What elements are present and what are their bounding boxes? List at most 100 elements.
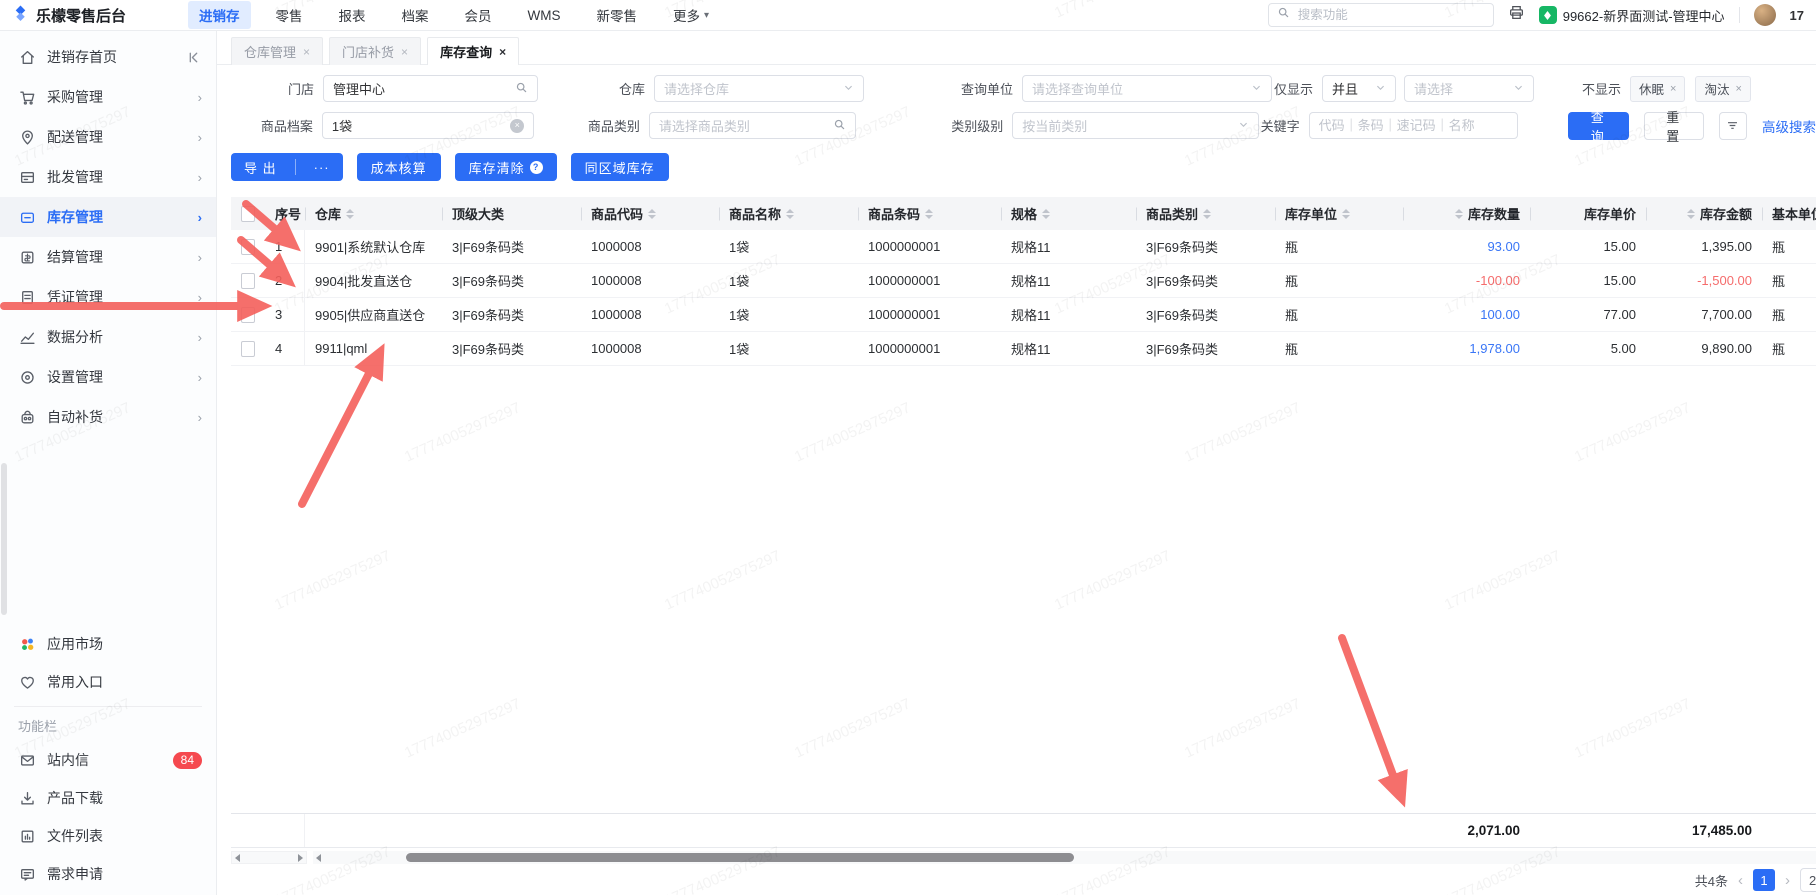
close-icon[interactable]: × bbox=[1670, 83, 1676, 95]
horizontal-scrollbar[interactable] bbox=[313, 851, 1816, 864]
inventory-clear-button[interactable]: 库存清除 ? bbox=[454, 153, 557, 181]
export-more-button[interactable]: ··· bbox=[301, 153, 343, 181]
sidebar-item[interactable]: 常用入口 bbox=[0, 663, 216, 701]
warehouse-select[interactable]: 请选择仓库 bbox=[654, 75, 864, 102]
sidebar-item[interactable]: 需求申请 bbox=[0, 855, 216, 893]
sort-icon[interactable] bbox=[1203, 208, 1212, 219]
tag-dormant[interactable]: 休眠 × bbox=[1630, 75, 1686, 102]
keyword-input[interactable] bbox=[1318, 118, 1509, 133]
page-size-select[interactable]: 2 bbox=[1800, 868, 1816, 892]
export-label[interactable]: 导 出 bbox=[231, 153, 290, 181]
product-category-select[interactable]: 请选择商品类别 bbox=[648, 112, 857, 139]
sidebar-scrollbar[interactable] bbox=[1, 463, 7, 615]
table-cell: 1000008 bbox=[591, 273, 642, 288]
table-cell[interactable]: 93.00 bbox=[1403, 230, 1530, 263]
select-all-checkbox[interactable] bbox=[241, 205, 255, 222]
avatar[interactable] bbox=[1753, 4, 1776, 26]
table-cell[interactable]: -100.00 bbox=[1403, 264, 1530, 297]
sidebar-item[interactable]: 应用市场 bbox=[0, 625, 216, 663]
close-icon[interactable]: × bbox=[499, 45, 506, 59]
advanced-search-link[interactable]: 高级搜索 bbox=[1762, 116, 1816, 136]
hide-tags: 休眠 × 淘汰 × bbox=[1630, 75, 1751, 102]
row-checkbox[interactable] bbox=[241, 306, 255, 323]
tag-obsolete[interactable]: 淘汰 × bbox=[1695, 75, 1751, 102]
sidebar-item[interactable]: 进销存首页 bbox=[0, 37, 216, 77]
nav-menu-item[interactable]: 会员 bbox=[454, 1, 503, 29]
chevron-down-icon bbox=[1375, 81, 1386, 96]
row-checkbox[interactable] bbox=[241, 340, 255, 357]
sort-icon[interactable] bbox=[1042, 208, 1051, 219]
fixed-column-scrollbar[interactable] bbox=[231, 851, 307, 864]
sort-icon[interactable] bbox=[1686, 208, 1695, 219]
sort-icon[interactable] bbox=[925, 208, 934, 219]
tab[interactable]: 库存查询 × bbox=[427, 37, 520, 66]
sort-icon[interactable] bbox=[1454, 208, 1463, 219]
category-level-select[interactable]: 按当前类别 bbox=[1012, 112, 1260, 139]
tab[interactable]: 仓库管理 × bbox=[231, 37, 324, 65]
workspace-selector[interactable]: 99662-新界面测试-管理中心 bbox=[1538, 6, 1725, 25]
cost-accounting-button[interactable]: 成本核算 bbox=[356, 153, 441, 181]
row-checkbox[interactable] bbox=[241, 272, 255, 289]
sidebar-item[interactable]: 文件列表 bbox=[0, 817, 216, 855]
nav-menu-item[interactable]: WMS bbox=[517, 4, 572, 27]
sidebar-item[interactable]: 设置管理 › bbox=[0, 357, 216, 397]
query-button[interactable]: 查 询 bbox=[1568, 110, 1629, 144]
tab[interactable]: 门店补货 × bbox=[329, 37, 422, 65]
close-icon[interactable]: × bbox=[1735, 83, 1741, 95]
table-cell[interactable]: -1,500.00 bbox=[1646, 264, 1762, 297]
clear-icon[interactable]: × bbox=[510, 118, 525, 133]
sidebar-item[interactable]: 批发管理 › bbox=[0, 157, 216, 197]
table-cell: 1000008 bbox=[591, 307, 642, 322]
sidebar-item[interactable]: 数据分析 › bbox=[0, 317, 216, 357]
store-input[interactable]: 管理中心 bbox=[323, 75, 538, 102]
nav-menu-item[interactable]: 更多 ▾ bbox=[662, 1, 720, 29]
sidebar-item[interactable]: 凭证管理 › bbox=[0, 277, 216, 317]
prev-page-button[interactable]: ‹ bbox=[1738, 872, 1743, 889]
close-icon[interactable]: × bbox=[303, 45, 310, 59]
sort-icon[interactable] bbox=[1342, 208, 1351, 219]
nav-menu-item[interactable]: 零售 bbox=[265, 1, 314, 29]
query-unit-select[interactable]: 请选择查询单位 bbox=[1022, 75, 1272, 102]
nav-menu-item-label: 新零售 bbox=[596, 9, 638, 24]
sort-icon[interactable] bbox=[786, 208, 795, 219]
sort-icon[interactable] bbox=[648, 208, 657, 219]
nav-menu-item[interactable]: 进销存 bbox=[188, 1, 251, 29]
header-cell: 仓库 bbox=[305, 197, 442, 230]
next-page-button[interactable]: › bbox=[1785, 872, 1790, 889]
reset-button[interactable]: 重 置 bbox=[1643, 110, 1704, 144]
export-button[interactable]: 导 出 ··· bbox=[231, 153, 343, 181]
nav-menu-item[interactable]: 报表 bbox=[328, 1, 377, 29]
sidebar-item[interactable]: 站内信 84 bbox=[0, 741, 216, 779]
scroll-left-icon[interactable] bbox=[316, 853, 321, 862]
global-search[interactable] bbox=[1267, 3, 1494, 27]
delivery-icon bbox=[18, 128, 36, 146]
page-number[interactable]: 1 bbox=[1753, 869, 1775, 891]
table-cell[interactable]: 100.00 bbox=[1403, 298, 1530, 331]
sidebar-item[interactable]: 产品下载 bbox=[0, 779, 216, 817]
printer-icon[interactable] bbox=[1508, 4, 1525, 26]
scroll-left-icon[interactable] bbox=[235, 853, 240, 862]
global-search-input[interactable] bbox=[1295, 7, 1450, 23]
nav-menu-item[interactable]: 档案 bbox=[391, 1, 440, 29]
close-icon[interactable]: × bbox=[401, 45, 408, 59]
sidebar-item[interactable]: 配送管理 › bbox=[0, 117, 216, 157]
only-show-select[interactable]: 请选择 bbox=[1404, 75, 1534, 102]
sort-icon[interactable] bbox=[346, 208, 355, 219]
scroll-right-icon[interactable] bbox=[298, 853, 303, 862]
sidebar-item[interactable]: 采购管理 › bbox=[0, 77, 216, 117]
only-show-operator-select[interactable]: 并且 bbox=[1322, 75, 1396, 102]
column-settings-button[interactable] bbox=[1718, 111, 1747, 140]
table-cell[interactable]: 1,978.00 bbox=[1403, 332, 1530, 365]
nav-menu-item[interactable]: 新零售 bbox=[586, 1, 649, 29]
collapse-sidebar-icon[interactable] bbox=[185, 49, 202, 66]
request-icon bbox=[18, 865, 36, 883]
product-archive-input[interactable]: 1袋 × bbox=[321, 112, 535, 139]
sidebar-item[interactable]: 自动补货 › bbox=[0, 397, 216, 437]
same-region-inventory-button[interactable]: 同区域库存 bbox=[570, 153, 669, 181]
table-cell: 3|F69条码类 bbox=[452, 240, 525, 255]
sidebar-item[interactable]: 结算管理 › bbox=[0, 237, 216, 277]
scrollbar-thumb[interactable] bbox=[406, 853, 1074, 862]
keyword-field[interactable] bbox=[1308, 112, 1519, 139]
sidebar-item[interactable]: 库存管理 › bbox=[0, 197, 216, 237]
row-checkbox[interactable] bbox=[241, 238, 255, 255]
